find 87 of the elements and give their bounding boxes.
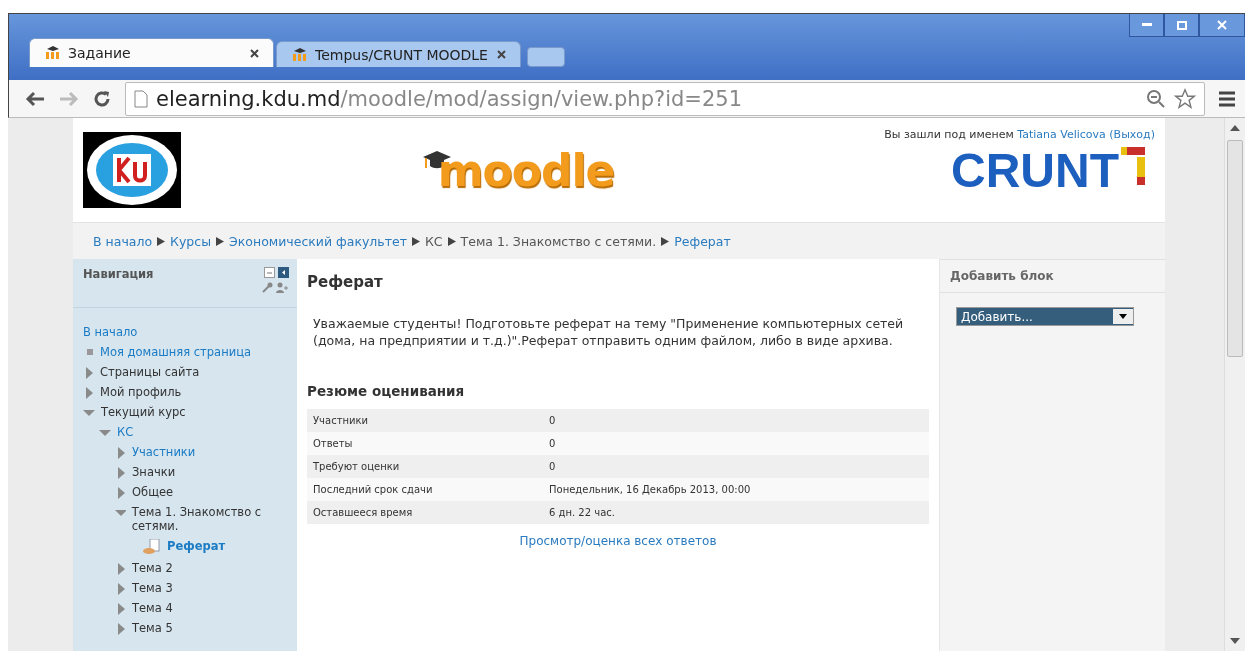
block-title: Навигация	[83, 267, 154, 283]
block-title: Добавить блок	[940, 259, 1165, 293]
collapsed-arrow-icon[interactable]	[118, 447, 126, 459]
user-link[interactable]: Tatiana Velicova	[1017, 128, 1106, 141]
browser-tab[interactable]: Задание	[29, 38, 274, 67]
table-cell-text: Ответы	[313, 438, 354, 449]
assignment-icon	[143, 539, 161, 555]
back-icon[interactable]	[25, 90, 45, 107]
close-icon[interactable]	[497, 50, 506, 59]
breadcrumb-link[interactable]: Реферат	[674, 233, 731, 249]
breadcrumb-separator-icon	[661, 236, 670, 246]
forward-icon[interactable]	[59, 90, 79, 107]
nav-item[interactable]: Общее	[132, 485, 174, 499]
breadcrumb-separator-icon	[216, 236, 225, 246]
address-bar[interactable]: elearning.kdu.md/moodle/mod/assign/view.php?id=251	[125, 81, 1205, 116]
nav-link[interactable]: Участники	[132, 445, 196, 459]
project-logo: CRUNT	[951, 147, 1119, 195]
nav-item[interactable]: Страницы сайта	[100, 365, 200, 379]
assignment-description: Уважаемые студенты! Подготовьте реферат на тему "Применение компьютерных сетей (дома, на предприятии и т.д.)".Реферат отправить одним файлом, либо в виде архива.	[313, 315, 905, 349]
table-cell-text: Последний срок сдачи	[313, 484, 434, 495]
nav-item[interactable]: Тема 2	[132, 561, 173, 575]
nav-link[interactable]: Моя домашняя страница	[100, 345, 251, 359]
breadcrumb-item[interactable]: Тема 1. Знакомство с сетями.	[460, 233, 657, 249]
collapsed-arrow-icon[interactable]	[118, 563, 126, 575]
login-info: Вы зашли под именем Tatiana Velicova (Выход)	[884, 128, 1155, 141]
nav-link[interactable]: КС	[117, 425, 134, 439]
moodle-logo: moodle	[437, 144, 615, 196]
close-icon	[1217, 20, 1227, 30]
breadcrumb-separator-icon	[447, 236, 456, 246]
scroll-up-icon[interactable]	[1230, 124, 1240, 132]
expanded-arrow-icon[interactable]	[99, 429, 111, 437]
breadcrumb-separator-icon	[411, 236, 420, 246]
breadcrumb-link[interactable]: Курсы	[170, 233, 212, 249]
expanded-arrow-icon[interactable]	[115, 509, 126, 517]
wrench-icon[interactable]	[262, 282, 273, 293]
collapsed-arrow-icon[interactable]	[118, 583, 126, 595]
table-cell-text: Участники	[313, 415, 370, 426]
breadcrumb-separator-icon	[157, 236, 166, 246]
table-cell-text: 0	[549, 415, 557, 426]
nav-item[interactable]: Тема 1. Знакомство с сетями.	[131, 505, 291, 533]
maximize-icon	[1176, 20, 1187, 30]
table-cell-text: 0	[549, 438, 557, 449]
collapsed-arrow-icon[interactable]	[86, 367, 94, 379]
table-cell-text: Понедельник, 16 Декабрь 2013, 00:00	[549, 484, 752, 495]
minimize-button[interactable]	[1129, 14, 1164, 37]
nav-item[interactable]: Текущий курс	[101, 405, 186, 419]
table-cell-text: 6 дн. 22 час.	[549, 507, 616, 518]
collapsed-arrow-icon[interactable]	[118, 487, 126, 499]
maximize-button[interactable]	[1164, 14, 1199, 37]
nav-item[interactable]: Тема 3	[132, 581, 173, 595]
nav-item[interactable]: Тема 5	[132, 621, 173, 635]
collapsed-arrow-icon[interactable]	[86, 387, 94, 399]
view-all-link[interactable]: Просмотр/оценка всех ответов	[519, 534, 717, 548]
close-icon[interactable]	[250, 48, 259, 58]
nav-item[interactable]: Мой профиль	[100, 385, 182, 399]
collapsed-arrow-icon[interactable]	[118, 603, 126, 615]
new-tab-button[interactable]	[527, 47, 565, 67]
expanded-arrow-icon[interactable]	[83, 409, 95, 417]
nav-item[interactable]: Тема 4	[132, 601, 173, 615]
breadcrumb-item[interactable]: КС	[424, 233, 443, 249]
star-icon[interactable]	[1174, 87, 1196, 110]
bullet-icon	[87, 349, 94, 356]
dock-icon[interactable]	[278, 267, 289, 278]
table-cell-text: Оставшееся время	[313, 507, 414, 518]
collapsed-arrow-icon[interactable]	[118, 623, 126, 635]
collapsed-arrow-icon[interactable]	[118, 467, 126, 479]
scrollbar[interactable]	[1224, 118, 1245, 651]
scroll-down-icon[interactable]	[1230, 637, 1240, 645]
nav-item[interactable]: Значки	[132, 465, 176, 479]
page-title: Реферат	[307, 273, 384, 291]
page-icon	[134, 89, 148, 108]
section-title: Резюме оценивания	[307, 383, 466, 399]
table-cell-text: Требуют оценки	[313, 461, 401, 472]
table-cell-text: 0	[549, 461, 557, 472]
nav-link[interactable]: В начало	[83, 325, 138, 339]
menu-icon[interactable]	[1219, 90, 1235, 107]
breadcrumb-link[interactable]: В начало	[93, 233, 153, 249]
flags-icon	[1121, 147, 1145, 187]
add-block-select[interactable]: Добавить...	[956, 307, 1134, 326]
breadcrumb-link[interactable]: Экономический факультет	[229, 233, 407, 249]
reload-icon[interactable]	[93, 89, 111, 108]
logout-link[interactable]: (Выход)	[1109, 128, 1155, 141]
minimize-icon	[1141, 23, 1152, 27]
browser-tab[interactable]: Tempus/CRUNT MOODLE	[276, 41, 521, 67]
dropdown-icon	[1119, 314, 1127, 319]
close-button[interactable]	[1199, 14, 1245, 37]
zoom-icon[interactable]	[1146, 88, 1166, 109]
